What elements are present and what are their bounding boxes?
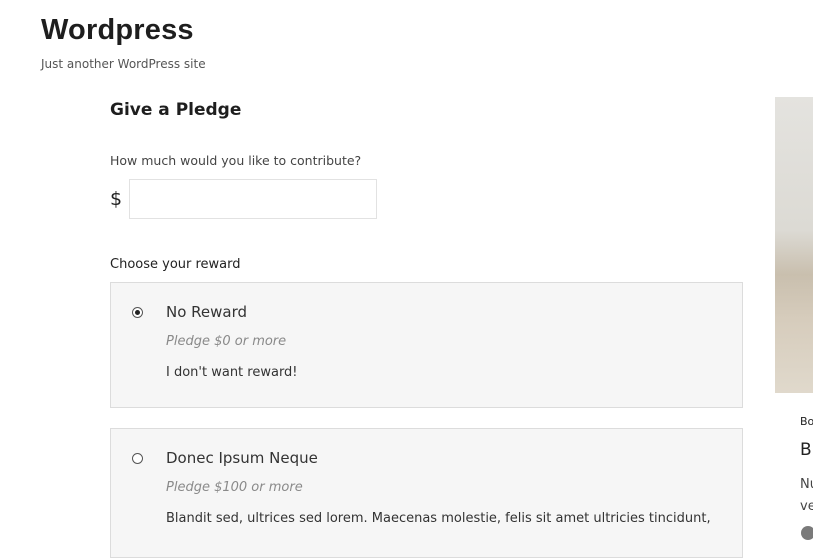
site-title[interactable]: Wordpress [41, 14, 206, 47]
side-post-category[interactable]: Bo [800, 415, 813, 428]
currency-symbol: $ [110, 188, 123, 210]
reward-description: Blandit sed, ultrices sed lorem. Maecena… [166, 511, 711, 526]
site-header: Wordpress Just another WordPress site [41, 14, 206, 71]
reward-description: I don't want reward! [166, 365, 298, 380]
pledge-form: Give a Pledge How much would you like to… [110, 100, 745, 272]
reward-minimum: Pledge $0 or more [166, 334, 287, 349]
reward-option-donec-ipsum-neque[interactable]: Donec Ipsum Neque Pledge $100 or more Bl… [110, 428, 743, 558]
reward-option-no-reward[interactable]: No Reward Pledge $0 or more I don't want… [110, 282, 743, 408]
reward-radio[interactable] [132, 453, 143, 464]
amount-label: How much would you like to contribute? [110, 153, 362, 168]
side-post-excerpt-line: ve [800, 499, 813, 514]
amount-input[interactable] [129, 179, 377, 219]
amount-row: $ [110, 179, 745, 219]
pledge-title: Give a Pledge [110, 100, 242, 120]
site-tagline: Just another WordPress site [41, 57, 206, 71]
reward-minimum: Pledge $100 or more [166, 480, 303, 495]
side-post-card[interactable]: Bo Br Nu ve [775, 97, 813, 541]
reward-name: No Reward [166, 303, 248, 321]
reward-name: Donec Ipsum Neque [166, 449, 318, 467]
avatar [801, 526, 813, 540]
side-post-image[interactable] [775, 97, 813, 393]
reward-radio-selected[interactable] [132, 307, 143, 318]
side-post-heading[interactable]: Br [800, 440, 813, 460]
reward-label: Choose your reward [110, 257, 241, 272]
side-post-excerpt-line: Nu [800, 477, 813, 492]
side-post-excerpt: Nu ve [800, 474, 813, 518]
